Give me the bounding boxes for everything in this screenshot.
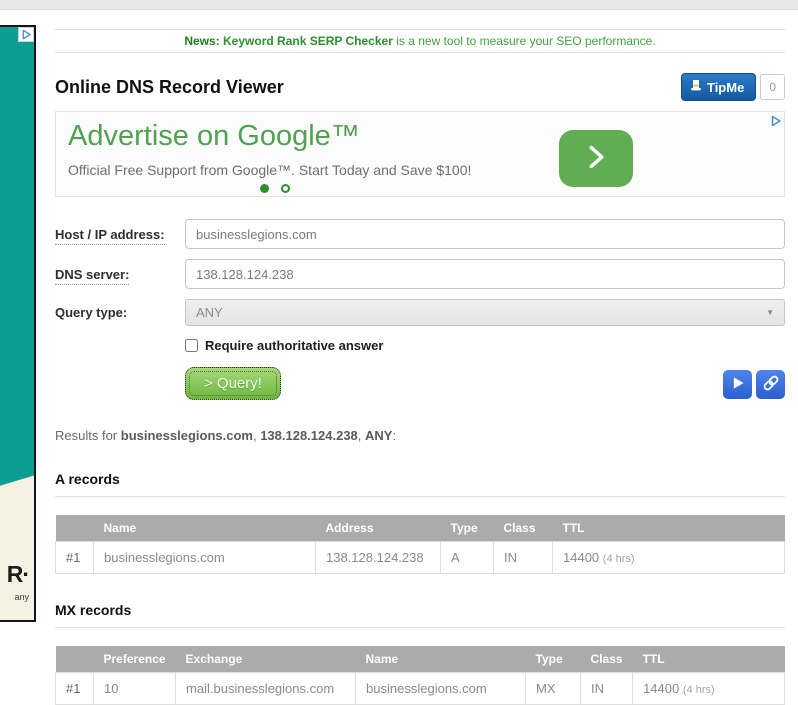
column-header-type: Type bbox=[441, 515, 494, 542]
table-row: #1 10 mail.businesslegions.com businessl… bbox=[56, 673, 785, 705]
mx-records-table: Preference Exchange Name Type Class TTL … bbox=[55, 646, 785, 705]
adchoices-icon[interactable] bbox=[770, 114, 782, 132]
column-header-name: Name bbox=[356, 646, 526, 673]
query-type-selected-value: ANY bbox=[196, 305, 223, 320]
host-label: Host / IP address: bbox=[55, 227, 185, 242]
record-name: businesslegions.com bbox=[94, 542, 316, 574]
results-summary: Results for businesslegions.com, 138.128… bbox=[55, 428, 785, 443]
record-name: businesslegions.com bbox=[356, 673, 526, 705]
column-header-preference: Preference bbox=[94, 646, 176, 673]
side-ad-artwork bbox=[0, 27, 34, 487]
column-header-class: Class bbox=[494, 515, 553, 542]
chevron-right-icon bbox=[582, 141, 610, 176]
record-ttl: 14400 (4 hrs) bbox=[553, 542, 785, 574]
link-icon bbox=[762, 374, 780, 395]
authoritative-checkbox[interactable] bbox=[185, 339, 198, 352]
record-class: IN bbox=[581, 673, 633, 705]
ad-cta-button[interactable] bbox=[559, 130, 633, 187]
page-top-strip bbox=[0, 0, 798, 10]
dns-server-row: DNS server: bbox=[55, 259, 785, 289]
a-records-heading: A records bbox=[55, 471, 785, 497]
ad-carousel-dots bbox=[260, 184, 290, 193]
column-header-index bbox=[56, 515, 94, 542]
results-host: businesslegions.com bbox=[121, 428, 253, 443]
record-class: IN bbox=[494, 542, 553, 574]
dns-server-label: DNS server: bbox=[55, 267, 185, 282]
tipme-button-label: TipMe bbox=[707, 80, 744, 95]
authoritative-row: Require authoritative answer bbox=[185, 338, 785, 353]
column-header-address: Address bbox=[316, 515, 441, 542]
share-buttons bbox=[723, 370, 785, 399]
play-icon bbox=[731, 376, 745, 393]
action-row: > Query! bbox=[185, 367, 785, 403]
main-content: News: Keyword Rank SERP Checker is a new… bbox=[55, 29, 785, 705]
news-text: is a new tool to measure your SEO perfor… bbox=[396, 34, 655, 48]
record-address: 138.128.124.238 bbox=[316, 542, 441, 574]
query-type-row: Query type: ANY ▼ bbox=[55, 299, 785, 326]
table-row: #1 businesslegions.com 138.128.124.238 A… bbox=[56, 542, 785, 574]
header-row: Online DNS Record Viewer TipMe 0 bbox=[55, 71, 785, 103]
a-records-table: Name Address Type Class TTL #1 businessl… bbox=[55, 515, 785, 574]
side-ad-banner[interactable]: R· any bbox=[0, 25, 36, 622]
run-button[interactable] bbox=[723, 370, 752, 399]
host-row: Host / IP address: bbox=[55, 219, 785, 249]
tipme-button[interactable]: TipMe bbox=[681, 73, 756, 101]
results-server: 138.128.124.238 bbox=[260, 428, 358, 443]
column-header-type: Type bbox=[526, 646, 581, 673]
permalink-button[interactable] bbox=[756, 370, 785, 399]
mx-section: MX records Preference Exchange Name Type… bbox=[55, 602, 785, 705]
tip-area: TipMe 0 bbox=[681, 73, 785, 101]
table-header-row: Name Address Type Class TTL bbox=[56, 515, 785, 542]
record-preference: 10 bbox=[94, 673, 176, 705]
ttl-note: (4 hrs) bbox=[683, 684, 715, 696]
record-type: A bbox=[441, 542, 494, 574]
ad-subtext: Official Free Support from Google™. Star… bbox=[68, 162, 471, 178]
record-exchange: mail.businesslegions.com bbox=[176, 673, 356, 705]
dns-query-form: Host / IP address: DNS server: Query typ… bbox=[55, 219, 785, 403]
column-header-class: Class bbox=[581, 646, 633, 673]
ad-banner[interactable]: Advertise on Google™ Official Free Suppo… bbox=[55, 111, 785, 197]
query-button[interactable]: > Query! bbox=[185, 367, 281, 400]
column-header-exchange: Exchange bbox=[176, 646, 356, 673]
column-header-name: Name bbox=[94, 515, 316, 542]
query-button-label: > Query! bbox=[189, 371, 277, 396]
dns-server-input[interactable] bbox=[185, 259, 785, 289]
record-index: #1 bbox=[56, 542, 94, 574]
column-header-ttl: TTL bbox=[553, 515, 785, 542]
ttl-note: (4 hrs) bbox=[603, 553, 635, 565]
adchoices-icon[interactable] bbox=[18, 27, 34, 42]
query-type-select[interactable]: ANY ▼ bbox=[185, 299, 785, 326]
tip-hat-icon bbox=[690, 79, 702, 95]
ad-headline[interactable]: Advertise on Google™ bbox=[68, 120, 360, 153]
news-label: News: bbox=[184, 34, 219, 48]
news-link[interactable]: Keyword Rank SERP Checker bbox=[223, 34, 393, 48]
column-header-ttl: TTL bbox=[633, 646, 785, 673]
host-input[interactable] bbox=[185, 219, 785, 249]
side-ad-logo-text: R· bbox=[7, 561, 29, 588]
column-header-index bbox=[56, 646, 94, 673]
page-title: Online DNS Record Viewer bbox=[55, 77, 284, 98]
news-bar: News: Keyword Rank SERP Checker is a new… bbox=[55, 29, 785, 53]
carousel-dot-active[interactable] bbox=[260, 184, 269, 193]
mx-records-heading: MX records bbox=[55, 602, 785, 628]
record-type: MX bbox=[526, 673, 581, 705]
record-index: #1 bbox=[56, 673, 94, 705]
record-ttl: 14400 (4 hrs) bbox=[633, 673, 785, 705]
tip-count-badge: 0 bbox=[760, 74, 785, 100]
authoritative-checkbox-label: Require authoritative answer bbox=[205, 338, 383, 353]
query-type-label: Query type: bbox=[55, 305, 185, 320]
caret-down-icon: ▼ bbox=[766, 308, 774, 317]
table-header-row: Preference Exchange Name Type Class TTL bbox=[56, 646, 785, 673]
carousel-dot-inactive[interactable] bbox=[281, 184, 290, 193]
results-type: ANY bbox=[365, 428, 392, 443]
side-ad-logo-subtext: any bbox=[14, 592, 29, 602]
